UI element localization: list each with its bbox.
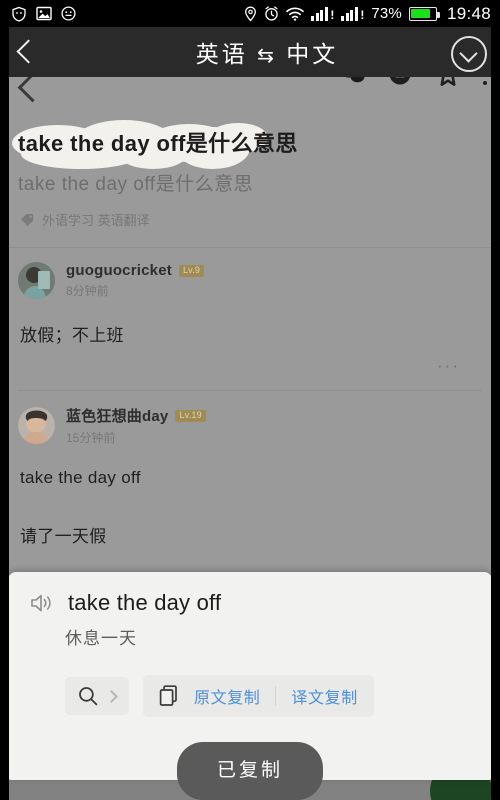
page-subtitle: take the day off是什么意思: [18, 174, 254, 195]
alarm-icon: [265, 6, 279, 21]
comment-header: guoguocricket Lv.9 8分钟前: [18, 262, 482, 299]
comment-author[interactable]: 蓝色狂想曲day: [66, 405, 168, 426]
target-text: 休息一天: [65, 629, 137, 648]
phone-screen: ! ! 73% 19:48 take the day off是什么意思 take…: [0, 0, 500, 800]
comment-author[interactable]: guoguocricket: [66, 262, 172, 279]
tag-icon: [21, 213, 34, 226]
emoji-icon: [61, 6, 76, 21]
screen-edge-right: [491, 27, 500, 800]
copy-source-button[interactable]: 原文复制: [194, 684, 260, 708]
comment-body: 请了一天假: [20, 527, 107, 546]
toast-message: 已复制: [176, 742, 324, 800]
translate-app-header: 英语 ⇆ 中文: [0, 27, 500, 77]
language-pair[interactable]: 英语 ⇆ 中文: [54, 35, 500, 69]
signal-1-icon: !: [311, 6, 334, 21]
signal-2-icon: !: [341, 6, 364, 21]
comment-body: take the day off: [20, 468, 141, 487]
status-bar-clock: 19:48: [446, 3, 491, 23]
chevron-right-icon: [105, 689, 118, 703]
page-title: take the day off是什么意思: [18, 131, 298, 156]
copy-icon[interactable]: [159, 685, 179, 707]
chevron-down-icon[interactable]: [451, 36, 487, 72]
copy-target-button[interactable]: 译文复制: [291, 684, 357, 708]
comment-body: 放假；不上班: [20, 326, 124, 345]
speaker-icon[interactable]: [30, 592, 54, 614]
tag-row[interactable]: 外语学习 英语翻译: [20, 210, 480, 229]
comment-time: 15分钟前: [66, 431, 116, 445]
system-status-bar: ! ! 73% 19:48: [0, 0, 500, 27]
page-back-arrow-icon[interactable]: [17, 72, 48, 103]
swap-languages-icon[interactable]: ⇆: [257, 45, 277, 67]
target-language[interactable]: 中文: [286, 41, 338, 67]
article-title-wrap: take the day off是什么意思: [12, 120, 482, 169]
comment-item: guoguocricket Lv.9 8分钟前 放假；不上班 ···: [0, 248, 500, 391]
status-bar-right-icons: ! ! 73% 19:48: [244, 4, 491, 24]
sheet-actions: 原文复制 译文复制: [8, 649, 492, 717]
battery-icon: [408, 6, 440, 21]
search-button[interactable]: [65, 677, 129, 715]
button-separator: [275, 686, 277, 706]
source-row: take the day off: [8, 572, 492, 616]
wifi-icon: [286, 7, 305, 21]
avatar[interactable]: [18, 262, 55, 299]
photo-icon: [36, 6, 52, 21]
source-text: take the day off: [68, 590, 222, 615]
level-badge: Lv.19: [175, 409, 206, 422]
comment-item: 蓝色狂想曲day Lv.19 15分钟前 take the day off 请了…: [0, 391, 500, 547]
copy-button-group: 原文复制 译文复制: [143, 675, 374, 717]
comment-header: 蓝色狂想曲day Lv.19 15分钟前: [18, 405, 482, 446]
level-badge: Lv.9: [178, 264, 205, 277]
comment-time: 8分钟前: [66, 284, 109, 298]
screen-edge-left: [0, 27, 9, 800]
page-toolbar: [0, 61, 500, 117]
avatar[interactable]: [18, 407, 55, 444]
search-icon: [79, 687, 98, 706]
location-icon: [245, 6, 257, 21]
status-bar-left-icons: [11, 6, 76, 22]
source-language[interactable]: 英语: [196, 41, 248, 67]
tag-labels: 外语学习 英语翻译: [42, 213, 150, 228]
shield-icon: [12, 6, 26, 22]
battery-percent: 73%: [371, 5, 402, 22]
more-dots-icon[interactable]: ···: [18, 356, 460, 375]
